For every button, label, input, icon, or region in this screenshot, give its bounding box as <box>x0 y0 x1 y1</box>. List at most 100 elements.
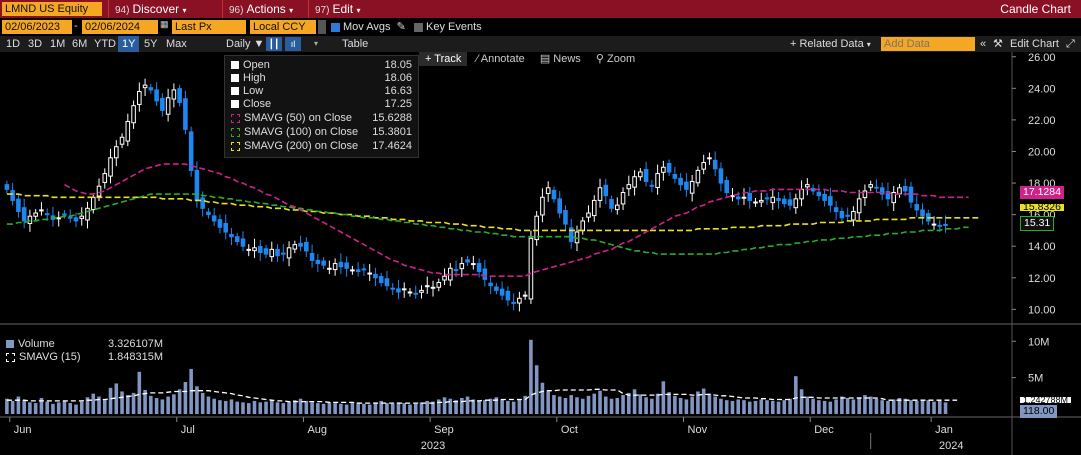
candle-body <box>309 252 315 261</box>
checkbox-checked-icon <box>331 22 340 32</box>
volume-bar <box>914 400 919 414</box>
period-button-1y[interactable]: 1Y <box>118 36 140 52</box>
volume-bar <box>390 403 395 414</box>
volume-bar <box>316 403 320 414</box>
volume-bar <box>598 390 602 414</box>
volume-legend: Volume 3.326107M SMAVG (15) 1.848315M <box>6 338 166 368</box>
caret-down-icon[interactable]: ▾ <box>314 36 318 52</box>
mov-avgs-toggle[interactable]: Mov Avgs ✎ <box>331 20 406 34</box>
volume-bar <box>367 404 372 414</box>
candle-body <box>551 189 557 200</box>
month-label: Jul <box>181 424 195 436</box>
frequency-select[interactable]: Daily ▼ <box>222 36 268 52</box>
add-data-input[interactable] <box>881 37 975 51</box>
volume-bar <box>281 403 286 414</box>
candle-body <box>396 288 401 293</box>
candle-body <box>586 212 591 218</box>
candle-body <box>649 184 655 187</box>
volume-bar <box>465 396 470 414</box>
candle-body <box>793 198 799 209</box>
edit-chart-button[interactable]: Edit Chart <box>1006 36 1063 52</box>
volume-bar <box>189 368 193 414</box>
candle-body <box>488 282 493 287</box>
candle-body <box>453 269 459 272</box>
actions-label: Actions <box>246 2 286 16</box>
volume-bar <box>51 403 55 414</box>
end-date-input[interactable]: 02/06/2024 <box>82 20 158 34</box>
volume-bar <box>529 339 533 414</box>
key-events-toggle[interactable]: Key Events <box>414 20 482 34</box>
candle-body <box>131 105 136 124</box>
start-date-input[interactable]: 02/06/2023 <box>2 20 72 34</box>
candle-body <box>747 192 753 201</box>
volume-bar <box>252 400 257 414</box>
volume-bar <box>385 403 389 414</box>
volume-bar <box>638 394 643 414</box>
candle-body <box>874 186 879 189</box>
candle-body <box>56 217 61 220</box>
legend-high: High <box>231 72 266 85</box>
track-button[interactable]: + Track <box>419 52 468 66</box>
volume-bar <box>690 396 694 414</box>
currency-select[interactable]: Local CCY <box>250 20 316 34</box>
volume-bar <box>799 389 804 414</box>
candle-body <box>286 247 292 259</box>
collapse-icon[interactable]: « <box>980 36 986 52</box>
volume-bar <box>373 402 378 414</box>
period-button-1m[interactable]: 1M <box>46 36 69 52</box>
period-button-1d[interactable]: 1D <box>2 36 24 52</box>
price-field-select[interactable]: Last Px <box>172 20 246 34</box>
legend-close-value: 17.25 <box>384 98 412 110</box>
volume-bar <box>45 401 49 414</box>
candle-body <box>735 196 741 200</box>
actions-menu[interactable]: 96) Actions ▾ <box>222 0 299 18</box>
candle-body <box>344 262 349 269</box>
candle-body <box>223 222 228 233</box>
candle-body <box>39 209 44 212</box>
candle-body <box>275 248 280 257</box>
candle-body <box>165 97 171 115</box>
ticker-input[interactable]: LMND US Equity <box>2 2 102 16</box>
pencil-icon[interactable]: ✎ <box>397 21 406 33</box>
square-icon <box>231 61 239 70</box>
candle-body <box>505 290 511 301</box>
volume-bar <box>713 396 717 414</box>
volume-bar <box>880 400 884 414</box>
volume-bar <box>655 393 660 414</box>
date-separator: - <box>74 20 78 32</box>
table-button[interactable]: Table <box>338 36 372 52</box>
candle-body <box>908 186 914 203</box>
period-button-max[interactable]: Max <box>162 36 191 52</box>
candle-type-icon[interactable]: ┃┃ <box>266 37 282 51</box>
price-tick-label: 14.00 <box>1028 241 1056 253</box>
legend-vol-sma15-label: SMAVG (15) <box>19 351 81 363</box>
discover-menu[interactable]: 94) Discover ▾ <box>108 0 193 18</box>
period-button-ytd[interactable]: YTD <box>90 36 120 52</box>
volume-bar <box>770 400 775 414</box>
sma50-line <box>64 163 969 277</box>
volume-bar <box>183 382 188 414</box>
candle-chart[interactable]: 10.0012.0014.0016.0018.0020.0022.0024.00… <box>0 52 1081 455</box>
period-button-6m[interactable]: 6M <box>68 36 91 52</box>
edit-menu[interactable]: 97) Edit ▾ <box>308 0 367 18</box>
currency-dropdown-icon[interactable] <box>318 20 326 34</box>
maximize-icon[interactable]: ⤢ <box>1066 36 1075 52</box>
date-bar: 02/06/2023 - 02/06/2024 ▦ Last Px Local … <box>0 18 1081 36</box>
wrench-icon[interactable]: ⚒ <box>993 36 1003 52</box>
news-button[interactable]: ▤ News <box>534 52 587 66</box>
candle-body <box>90 196 96 211</box>
candle-body <box>96 185 102 197</box>
candle-body <box>776 198 781 201</box>
chart-style-icon[interactable]: ıl <box>285 37 301 51</box>
period-button-5y[interactable]: 5Y <box>140 36 161 52</box>
time-axis: Jun Jul Aug Sep Oct Nov Dec Jan 2023 2024 <box>9 417 964 452</box>
zoom-button[interactable]: ⚲ Zoom <box>590 52 641 66</box>
calendar-icon[interactable]: ▦ <box>160 19 169 30</box>
candle-body <box>401 288 407 291</box>
volume-bar <box>448 398 453 414</box>
candle-body <box>764 197 770 200</box>
period-button-3d[interactable]: 3D <box>24 36 46 52</box>
annotate-button[interactable]: ⁄ Annotate <box>470 52 530 66</box>
related-data-button[interactable]: + Related Data ▾ <box>786 36 875 52</box>
frequency-label: Daily <box>226 38 251 50</box>
